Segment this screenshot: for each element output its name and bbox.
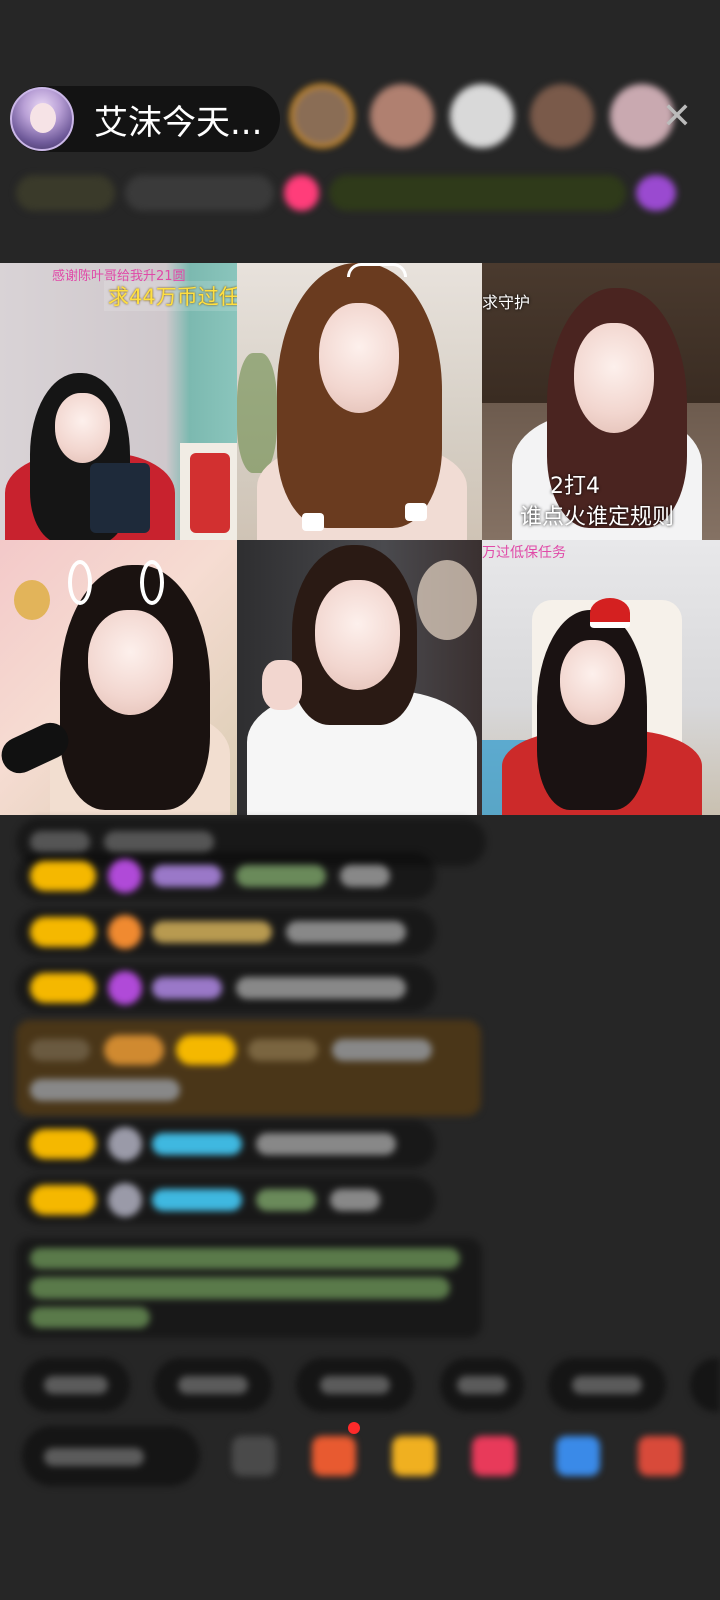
guest-face (88, 610, 173, 715)
guest-face (319, 303, 399, 413)
guest-video-tile[interactable]: 感谢陈叶哥给我升21圆 求44万币过任务 (0, 263, 237, 540)
quick-reply-chip[interactable] (690, 1358, 720, 1412)
notification-dot (348, 1422, 360, 1434)
gem-icon (108, 859, 142, 893)
gift-box-icon[interactable] (392, 1436, 436, 1476)
chat-message (16, 908, 436, 956)
santa-hat-icon (590, 598, 630, 628)
fan-club-icon[interactable] (472, 1436, 516, 1476)
guest-video-tile[interactable] (237, 263, 482, 540)
emoji-icon[interactable] (232, 1436, 276, 1476)
viewer-avatar[interactable] (450, 84, 514, 148)
gem-icon (108, 971, 142, 1005)
guest-video-tile[interactable] (0, 540, 237, 815)
host-avatar[interactable] (10, 87, 74, 151)
guest-video-tile[interactable] (237, 540, 482, 815)
guest-face (560, 640, 625, 725)
system-notice (16, 1238, 482, 1338)
viewer-avatar[interactable] (290, 84, 354, 148)
quick-reply-chip[interactable] (154, 1358, 272, 1412)
chat-input[interactable] (22, 1426, 200, 1486)
gift-icon[interactable] (283, 175, 320, 211)
level-badge (30, 1129, 96, 1159)
guest-face (574, 323, 654, 433)
quick-reply-chip[interactable] (296, 1358, 414, 1412)
level-badge (30, 917, 96, 947)
tile-caption-rule: 谁点火谁定规则 (520, 505, 675, 530)
host-name: 艾沫今天... (94, 102, 263, 143)
top-viewers-list (290, 84, 690, 148)
task-banner[interactable] (329, 175, 627, 211)
guest-face (315, 580, 400, 690)
quick-reply-chip[interactable] (440, 1358, 524, 1412)
multi-guest-video-grid: 感谢陈叶哥给我升21圆 求44万币过任务 求守护 2打4 谁点火谁定规则 (0, 263, 720, 815)
hot-badge[interactable] (125, 175, 274, 211)
level-badge (30, 973, 96, 1003)
gem-icon (108, 915, 142, 949)
tile-caption-goal: 求44万币过任务 (104, 281, 237, 311)
chat-message (16, 852, 436, 900)
chat-message (16, 1120, 436, 1168)
quick-reply-chip[interactable] (22, 1358, 130, 1412)
level-badge (30, 861, 96, 891)
guest-face (55, 393, 110, 463)
share-icon[interactable] (556, 1436, 600, 1476)
more-icon[interactable] (638, 1436, 682, 1476)
tile-caption-task: 万过低保任务 (482, 545, 566, 561)
activity-icon[interactable] (312, 1436, 356, 1476)
guest-video-tile[interactable]: 万过低保任务 (482, 540, 720, 815)
guest-video-tile[interactable]: 求守护 2打4 谁点火谁定规则 (482, 263, 720, 540)
close-icon[interactable]: ✕ (658, 98, 696, 136)
tile-caption-guard: 求守护 (482, 293, 531, 312)
status-badges-row (16, 170, 686, 216)
level-badge (30, 1185, 96, 1215)
viewer-avatar[interactable] (530, 84, 594, 148)
purple-badge-icon[interactable] (636, 175, 676, 211)
quick-reply-chip[interactable] (548, 1358, 666, 1412)
avatar (108, 1183, 142, 1217)
viewer-avatar[interactable] (370, 84, 434, 148)
rank-badge[interactable] (16, 175, 116, 211)
host-profile-pill[interactable]: 艾沫今天... (10, 86, 280, 152)
chat-message-highlight (16, 1020, 481, 1116)
chat-message (16, 964, 436, 1012)
tile-caption-score: 2打4 (550, 474, 600, 499)
chat-message (16, 1176, 436, 1224)
avatar (108, 1127, 142, 1161)
